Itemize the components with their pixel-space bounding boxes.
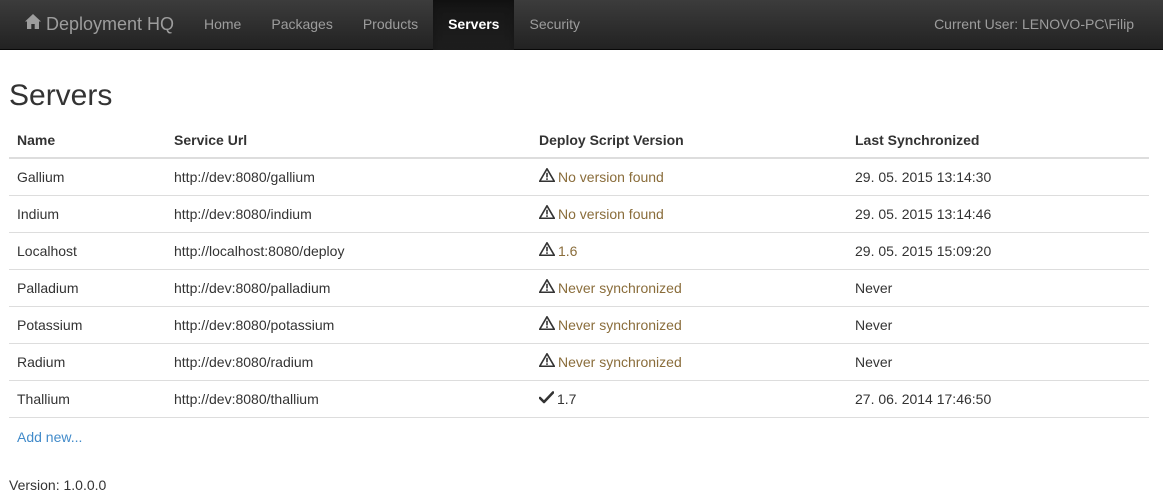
nav-packages-link[interactable]: Packages	[256, 0, 347, 50]
column-header-deploy-script-version: Deploy Script Version	[531, 122, 847, 159]
service-url-cell: http://dev:8080/palladium	[166, 269, 531, 307]
table-body: Gallium http://dev:8080/gallium No version…	[9, 158, 1149, 418]
last-synchronized-cell: Never	[847, 343, 1149, 381]
warning-sign-icon	[538, 316, 556, 333]
column-header-service-url: Service Url	[166, 122, 531, 159]
table-row: Radium http://dev:8080/radium Never synchr…	[9, 343, 1149, 381]
server-name-cell: Radium	[9, 343, 166, 381]
main-nav: Home Packages Products Servers Security	[189, 0, 595, 50]
server-name-cell: Palladium	[9, 269, 166, 307]
version-status-text: Never synchronized	[558, 279, 682, 296]
deploy-script-version-cell: No version found	[531, 195, 847, 233]
nav-home-link[interactable]: Home	[189, 0, 256, 50]
version-footer: Version: 1.0.0.0	[9, 477, 107, 493]
server-name-cell: Indium	[9, 195, 166, 233]
checkmark-icon	[538, 390, 555, 407]
home-icon	[25, 0, 41, 47]
last-synchronized-cell: 29. 05. 2015 13:14:46	[847, 195, 1149, 233]
last-synchronized-cell: 29. 05. 2015 15:09:20	[847, 232, 1149, 270]
warning-sign-icon	[538, 279, 556, 296]
nav-item-home: Home	[189, 0, 256, 50]
nav-products-link[interactable]: Products	[348, 0, 433, 50]
nav-item-security: Security	[514, 0, 595, 50]
column-header-last-synchronized: Last Synchronized	[847, 122, 1149, 159]
last-synchronized-cell: 27. 06. 2014 17:46:50	[847, 380, 1149, 418]
table-row: Thallium http://dev:8080/thallium 1.7 27. 0…	[9, 380, 1149, 418]
top-navbar: Deployment HQ Home Packages Products Ser…	[0, 0, 1163, 50]
page-title: Servers	[9, 79, 113, 112]
deploy-script-version-cell: Never synchronized	[531, 343, 847, 381]
warning-sign-icon	[538, 168, 556, 185]
brand-link[interactable]: Deployment HQ	[25, 0, 174, 50]
nav-item-servers: Servers	[433, 0, 515, 50]
brand-label: Deployment HQ	[46, 14, 175, 34]
service-url-cell: http://dev:8080/radium	[166, 343, 531, 381]
table-row: Gallium http://dev:8080/gallium No version…	[9, 158, 1149, 196]
last-synchronized-cell: Never	[847, 306, 1149, 344]
table-row: Palladium http://dev:8080/palladium Never …	[9, 269, 1149, 307]
version-status-text: 1.7	[557, 391, 577, 407]
nav-item-products: Products	[348, 0, 433, 50]
server-name-cell: Thallium	[9, 380, 166, 418]
add-new-link[interactable]: Add new...	[17, 427, 82, 447]
service-url-cell: http://dev:8080/thallium	[166, 380, 531, 418]
deploy-script-version-cell: No version found	[531, 158, 847, 196]
service-url-cell: http://localhost:8080/deploy	[166, 232, 531, 270]
last-synchronized-cell: Never	[847, 269, 1149, 307]
table-row: Localhost http://localhost:8080/deploy 1.6…	[9, 232, 1149, 270]
warning-sign-icon	[538, 353, 556, 370]
warning-sign-icon	[538, 205, 556, 222]
service-url-cell: http://dev:8080/indium	[166, 195, 531, 233]
version-status-text: 1.6	[558, 242, 578, 259]
table-row: Indium http://dev:8080/indium No version f…	[9, 195, 1149, 233]
nav-servers-link[interactable]: Servers	[433, 0, 515, 50]
deploy-script-version-cell: 1.6	[531, 232, 847, 270]
table-header-row: Name Service Url Deploy Script Version L…	[9, 122, 1149, 159]
servers-table: Name Service Url Deploy Script Version L…	[9, 122, 1149, 418]
nav-security-link[interactable]: Security	[514, 0, 595, 50]
warning-sign-icon	[538, 242, 556, 259]
table-row: Potassium http://dev:8080/potassium Never …	[9, 306, 1149, 344]
server-name-cell: Potassium	[9, 306, 166, 344]
deploy-script-version-cell: Never synchronized	[531, 306, 847, 344]
service-url-cell: http://dev:8080/gallium	[166, 158, 531, 196]
service-url-cell: http://dev:8080/potassium	[166, 306, 531, 344]
nav-item-packages: Packages	[256, 0, 347, 50]
deploy-script-version-cell: 1.7	[531, 380, 847, 418]
current-user-label: Current User: LENOVO-PC\Filip	[934, 16, 1134, 32]
deploy-script-version-cell: Never synchronized	[531, 269, 847, 307]
column-header-name: Name	[9, 122, 166, 159]
server-name-cell: Localhost	[9, 232, 166, 270]
version-status-text: Never synchronized	[558, 316, 682, 333]
version-status-text: Never synchronized	[558, 353, 682, 370]
server-name-cell: Gallium	[9, 158, 166, 196]
version-status-text: No version found	[558, 168, 664, 185]
version-status-text: No version found	[558, 205, 664, 222]
last-synchronized-cell: 29. 05. 2015 13:14:30	[847, 158, 1149, 196]
